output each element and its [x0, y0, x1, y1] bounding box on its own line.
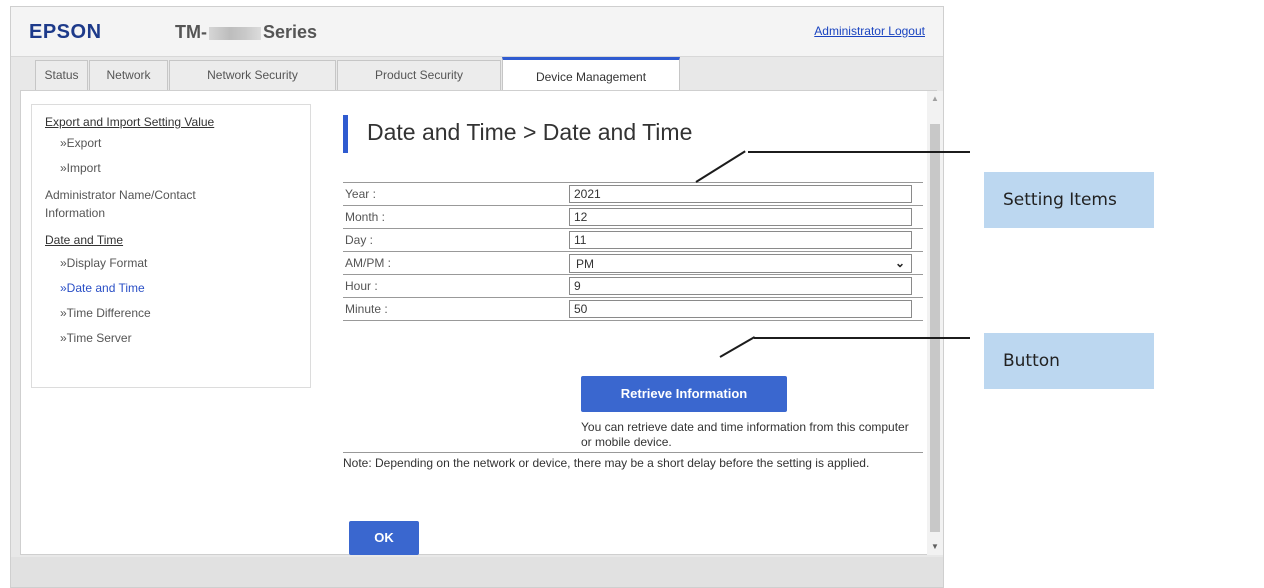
hour-label: Hour :: [345, 279, 378, 293]
footer-bar: [11, 557, 943, 587]
tab-network[interactable]: Network: [89, 60, 168, 90]
row-year: Year :: [343, 183, 923, 206]
sidebar-heading-export-import[interactable]: Export and Import Setting Value: [45, 113, 310, 131]
retrieve-information-button[interactable]: Retrieve Information: [581, 376, 787, 412]
product-suffix: Series: [262, 22, 318, 42]
callout-pointer-button-horizontal: [754, 337, 970, 339]
sidebar-item-export[interactable]: »Export: [45, 134, 310, 152]
product-prefix: TM-: [175, 22, 207, 42]
day-label: Day :: [345, 233, 374, 247]
ampm-label: AM/PM :: [345, 256, 392, 270]
minute-input[interactable]: [569, 300, 912, 318]
row-minute: Minute :: [343, 298, 923, 321]
redacted-model-number: [208, 26, 261, 40]
content-panel: Export and Import Setting Value »Export …: [20, 90, 937, 555]
tab-status[interactable]: Status: [35, 60, 88, 90]
hour-input[interactable]: [569, 277, 912, 295]
browser-window: EPSON TM- Series Administrator Logout Sta…: [10, 6, 944, 588]
note-text: Note: Depending on the network or device…: [343, 456, 870, 470]
row-day: Day :: [343, 229, 923, 252]
sidebar-item-time-difference[interactable]: »Time Difference: [45, 304, 310, 322]
epson-logo: EPSON: [29, 21, 102, 43]
retrieve-info-description: You can retrieve date and time informati…: [581, 420, 909, 449]
callout-button: Button: [984, 333, 1154, 389]
month-label: Month :: [345, 210, 386, 224]
row-month: Month :: [343, 206, 923, 229]
sidebar-admin-line2: Information: [45, 206, 106, 220]
header: EPSON TM- Series Administrator Logout: [11, 7, 943, 57]
page-title: Date and Time > Date and Time: [367, 119, 693, 145]
product-name: TM- Series: [175, 22, 317, 43]
setting-items-table: Year : Month : Day : AM/PM : PM ⌄: [343, 182, 923, 321]
callout-setting-items: Setting Items: [984, 172, 1154, 228]
scroll-down-arrow-icon[interactable]: ▼: [927, 539, 943, 555]
scroll-thumb[interactable]: [930, 124, 940, 532]
year-label: Year :: [345, 187, 376, 201]
chevron-down-icon: ⌄: [894, 256, 905, 270]
sidebar-item-time-server[interactable]: »Time Server: [45, 329, 310, 347]
vertical-scrollbar[interactable]: ▲ ▼: [927, 91, 943, 555]
year-input[interactable]: [569, 185, 912, 203]
tab-network-security[interactable]: Network Security: [169, 60, 336, 90]
ampm-selected-value: PM: [576, 257, 594, 271]
sidebar-admin-line1: Administrator Name/Contact: [45, 188, 196, 202]
sidebar-item-display-format[interactable]: »Display Format: [45, 254, 310, 272]
sidebar: Export and Import Setting Value »Export …: [31, 104, 311, 388]
minute-label: Minute :: [345, 302, 388, 316]
title-accent-bar: [343, 115, 348, 153]
row-ampm: AM/PM : PM ⌄: [343, 252, 923, 275]
row-hour: Hour :: [343, 275, 923, 298]
sidebar-item-import[interactable]: »Import: [45, 159, 310, 177]
day-input[interactable]: [569, 231, 912, 249]
sidebar-item-date-and-time[interactable]: »Date and Time: [45, 279, 310, 297]
sidebar-item-administrator-name[interactable]: Administrator Name/Contact Information: [45, 186, 310, 222]
divider: [343, 452, 923, 453]
scroll-up-arrow-icon[interactable]: ▲: [927, 91, 943, 107]
administrator-logout-link[interactable]: Administrator Logout: [814, 24, 925, 38]
month-input[interactable]: [569, 208, 912, 226]
callout-pointer-setting-items-horizontal: [748, 151, 970, 153]
ok-button[interactable]: OK: [349, 521, 419, 555]
sidebar-heading-date-and-time[interactable]: Date and Time: [45, 231, 310, 249]
tab-device-management[interactable]: Device Management: [502, 57, 680, 90]
tab-product-security[interactable]: Product Security: [337, 60, 501, 90]
ampm-select[interactable]: PM ⌄: [569, 254, 912, 273]
